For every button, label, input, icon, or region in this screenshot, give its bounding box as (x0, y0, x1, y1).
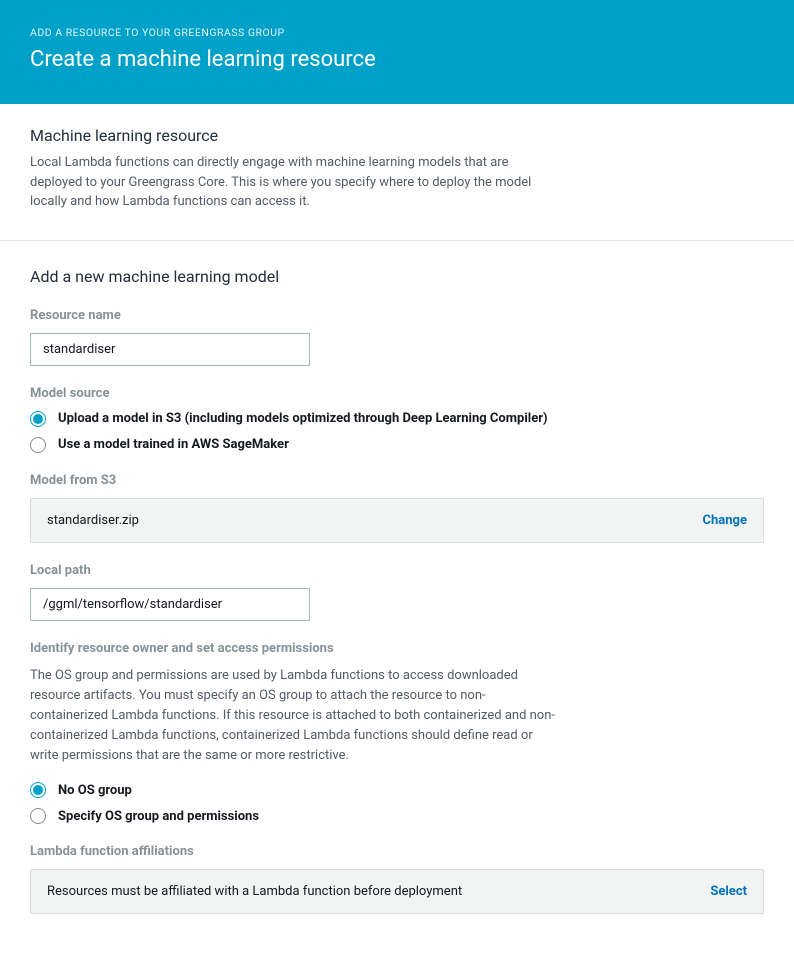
lambda-affiliations-label: Lambda function affiliations (30, 844, 764, 859)
model-source-label: Model source (30, 386, 764, 401)
model-source-s3-radio[interactable]: Upload a model in S3 (including models o… (30, 411, 764, 427)
permissions-no-group-radio[interactable]: No OS group (30, 782, 764, 798)
model-from-s3-value: standardiser.zip (47, 513, 139, 528)
model-source-field-group: Model source Upload a model in S3 (inclu… (30, 386, 764, 453)
model-from-s3-field-group: Model from S3 standardiser.zip Change (30, 473, 764, 543)
model-source-s3-label: Upload a model in S3 (including models o… (58, 411, 548, 426)
local-path-label: Local path (30, 563, 764, 578)
lambda-affiliations-select-button[interactable]: Select (710, 884, 747, 899)
permissions-label: Identify resource owner and set access p… (30, 641, 764, 656)
radio-unselected-icon (30, 437, 46, 453)
lambda-affiliations-field-group: Lambda function affiliations Resources m… (30, 844, 764, 914)
model-from-s3-change-button[interactable]: Change (703, 513, 747, 528)
intro-description: Local Lambda functions can directly enga… (30, 153, 540, 212)
lambda-affiliations-selector: Resources must be affiliated with a Lamb… (30, 869, 764, 914)
permissions-field-group: Identify resource owner and set access p… (30, 641, 764, 825)
local-path-field-group: Local path (30, 563, 764, 621)
permissions-description: The OS group and permissions are used by… (30, 666, 560, 767)
header-title: Create a machine learning resource (30, 47, 764, 72)
permissions-specify-radio[interactable]: Specify OS group and permissions (30, 808, 764, 824)
page-header: ADD A RESOURCE TO YOUR GREENGRASS GROUP … (0, 0, 794, 104)
header-eyebrow: ADD A RESOURCE TO YOUR GREENGRASS GROUP (30, 26, 764, 39)
model-source-sagemaker-label: Use a model trained in AWS SageMaker (58, 437, 289, 452)
resource-name-field-group: Resource name (30, 308, 764, 366)
lambda-affiliations-value: Resources must be affiliated with a Lamb… (47, 884, 462, 899)
intro-title: Machine learning resource (30, 126, 764, 145)
model-from-s3-selector: standardiser.zip Change (30, 498, 764, 543)
intro-section: Machine learning resource Local Lambda f… (0, 104, 794, 241)
permissions-no-group-label: No OS group (58, 783, 132, 798)
form-section: Add a new machine learning model Resourc… (0, 241, 794, 954)
local-path-input[interactable] (30, 588, 310, 621)
form-title: Add a new machine learning model (30, 267, 764, 286)
radio-unselected-icon (30, 808, 46, 824)
resource-name-input[interactable] (30, 333, 310, 366)
permissions-specify-label: Specify OS group and permissions (58, 809, 259, 824)
resource-name-label: Resource name (30, 308, 764, 323)
model-from-s3-label: Model from S3 (30, 473, 764, 488)
radio-selected-icon (30, 782, 46, 798)
radio-selected-icon (30, 411, 46, 427)
model-source-sagemaker-radio[interactable]: Use a model trained in AWS SageMaker (30, 437, 764, 453)
